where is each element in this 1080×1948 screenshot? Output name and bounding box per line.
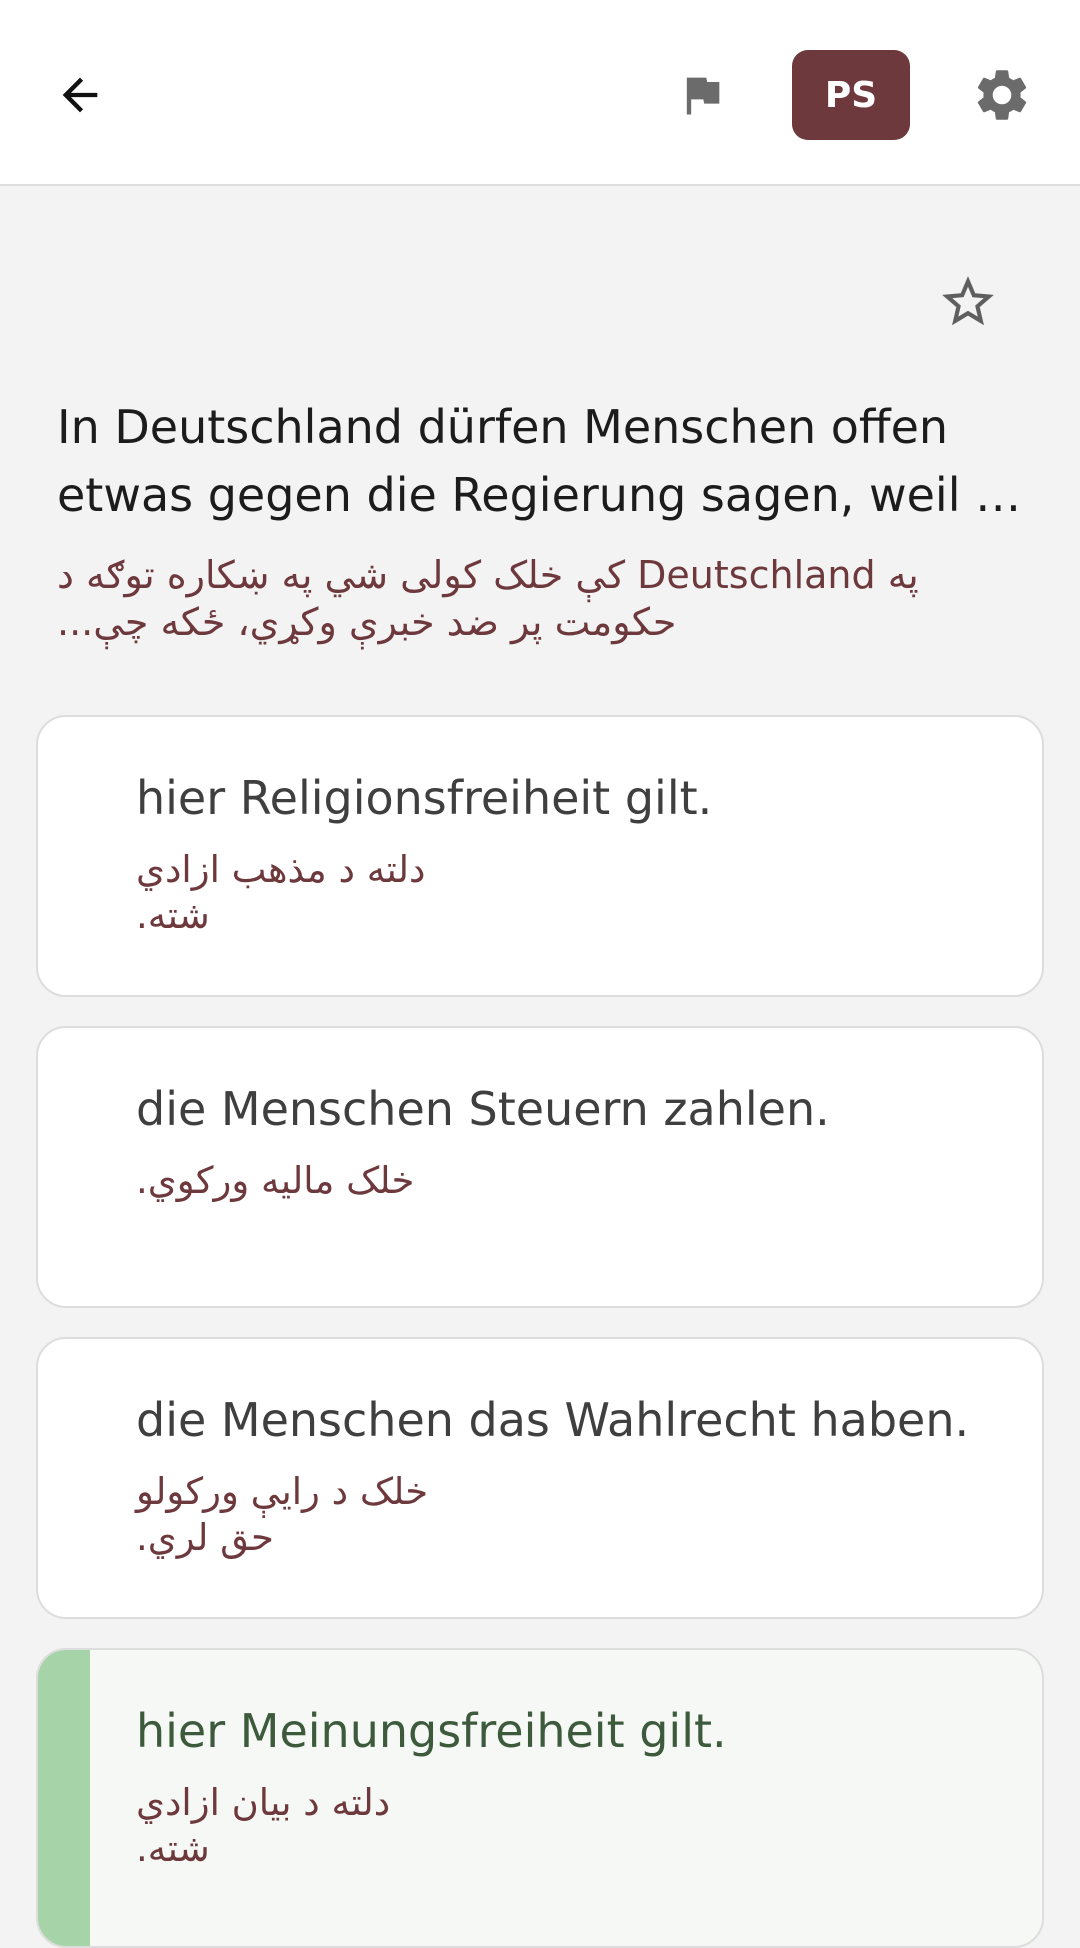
arrow-left-icon xyxy=(62,77,98,113)
language-toggle-button[interactable]: PS xyxy=(792,50,910,140)
settings-button[interactable] xyxy=(962,55,1042,135)
star-outline-icon xyxy=(942,276,994,326)
back-button[interactable] xyxy=(40,55,120,135)
answer-translation: دلته د مذهب ازادي شته. xyxy=(136,848,426,937)
answer-text: hier Religionsfreiheit gilt. xyxy=(136,771,713,825)
answer-text: hier Meinungsfreiheit gilt. xyxy=(136,1704,727,1758)
answer-option-3[interactable]: die Menschen das Wahlrecht haben. خلک د … xyxy=(36,1337,1044,1619)
answer-text: die Menschen Steuern zahlen. xyxy=(136,1082,830,1136)
correct-indicator-bar xyxy=(38,1650,90,1946)
answer-translation: دلته د بیان ازادي شته. xyxy=(136,1781,391,1870)
answer-option-1[interactable]: hier Religionsfreiheit gilt. دلته د مذهب… xyxy=(36,715,1044,997)
top-app-bar: PS xyxy=(0,0,1080,186)
language-label: PS xyxy=(824,74,878,116)
question-translation: په Deutschland کې خلک کولی شي په ښکاره ت… xyxy=(57,553,919,644)
gear-icon xyxy=(977,70,1027,120)
answer-translation: خلک د رایې ورکولو حق لري. xyxy=(136,1470,429,1559)
answer-translation: خلک مالیه ورکوي. xyxy=(136,1159,415,1202)
favorite-button[interactable] xyxy=(928,262,1008,342)
answer-text: die Menschen das Wahlrecht haben. xyxy=(136,1393,970,1447)
answer-option-4-correct[interactable]: hier Meinungsfreiheit gilt. دلته د بیان … xyxy=(36,1648,1044,1948)
flag-icon xyxy=(686,77,720,115)
report-flag-button[interactable] xyxy=(662,55,742,135)
question-text: In Deutschland dürfen Menschen offen etw… xyxy=(57,400,1022,522)
answer-option-2[interactable]: die Menschen Steuern zahlen. خلک مالیه و… xyxy=(36,1026,1044,1308)
